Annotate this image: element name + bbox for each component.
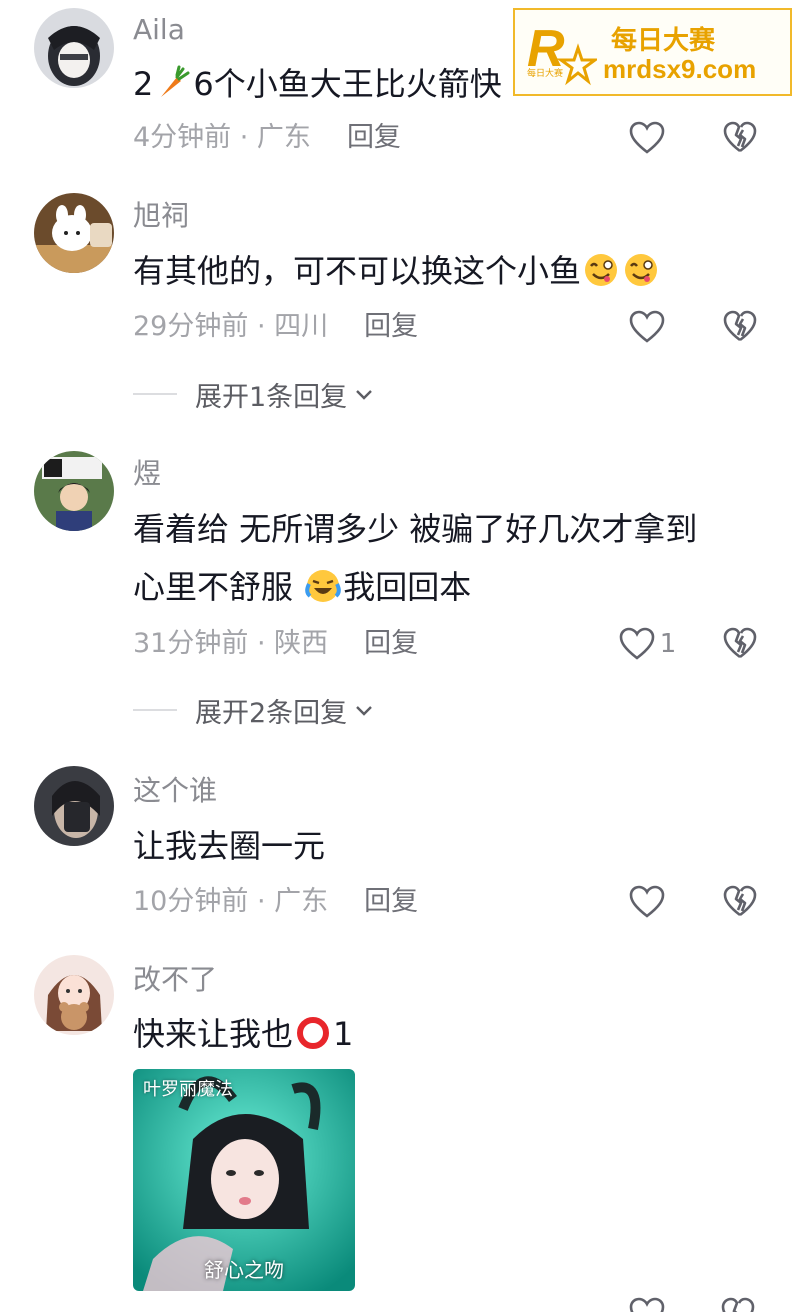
expand-replies-label: 展开2条回复 xyxy=(195,697,348,729)
reply-button[interactable]: 回复 xyxy=(364,311,418,342)
chevron-down-icon xyxy=(356,706,373,716)
expand-replies-button[interactable]: 展开1条回复 xyxy=(133,376,375,413)
broken-heart-icon xyxy=(723,885,757,917)
comment-text-part: 有其他的，可不可以换这个小鱼 xyxy=(133,252,582,290)
reply-button[interactable]: 回复 xyxy=(364,886,418,917)
comment-time-location: 4分钟前 · 广东 xyxy=(133,122,311,153)
broken-heart-icon xyxy=(723,627,757,659)
watermark-small-text: 每日大赛 xyxy=(527,69,564,79)
heart-icon xyxy=(629,121,665,154)
username[interactable]: 煜 xyxy=(133,456,161,492)
watermark-badge: R 每日大赛 每日大赛 mrdsx9.com xyxy=(513,8,792,96)
comment-text: 2 6个小鱼大王比火箭快 xyxy=(133,62,502,106)
yummy-face-emoji-icon xyxy=(585,254,618,286)
comment-meta: 31分钟前 · 陕西 回复 xyxy=(133,626,418,662)
broken-heart-icon xyxy=(723,121,757,153)
dislike-button[interactable] xyxy=(718,305,762,349)
comment-text-part: 心里不舒服 xyxy=(133,568,304,606)
avatar[interactable] xyxy=(34,955,114,1035)
dislike-button[interactable] xyxy=(718,880,762,924)
comment-text: 快来让我也 1 xyxy=(133,1012,353,1056)
comment-meta: 4分钟前 · 广东 回复 xyxy=(133,120,401,156)
like-button[interactable] xyxy=(612,116,682,160)
comment-time-location: 31分钟前 · 陕西 xyxy=(133,628,329,659)
username[interactable]: 旭祠 xyxy=(133,198,189,234)
comment-text: 让我去圈一元 xyxy=(133,827,326,865)
sticker-image[interactable]: 叶罗丽魔法 舒心之吻 xyxy=(133,1069,355,1291)
avatar[interactable] xyxy=(34,766,114,846)
watermark-url: mrdsx9.com xyxy=(603,54,757,84)
like-button[interactable] xyxy=(612,880,682,924)
like-button[interactable] xyxy=(612,305,682,349)
carrot-emoji-icon xyxy=(161,65,190,97)
heart-icon xyxy=(629,310,665,343)
comment-text: 心里不舒服 我回回本 xyxy=(133,565,471,609)
logo-r-star-icon: R xyxy=(527,20,597,86)
heart-icon[interactable] xyxy=(628,1296,666,1312)
username[interactable]: Aila xyxy=(133,12,185,48)
comment-time-location: 29分钟前 · 四川 xyxy=(133,311,329,342)
expand-replies-label: 展开1条回复 xyxy=(195,381,348,413)
dislike-button[interactable] xyxy=(718,622,762,666)
divider-line xyxy=(133,709,177,711)
comment-text: 看着给 无所谓多少 被骗了好几次才拿到 xyxy=(133,510,698,548)
like-count: 1 xyxy=(659,629,677,659)
watermark-title: 每日大赛 xyxy=(611,26,716,56)
avatar[interactable] xyxy=(34,8,114,88)
comment-time-location: 10分钟前 · 广东 xyxy=(133,886,329,917)
avatar[interactable] xyxy=(34,451,114,531)
comment-text: 有其他的，可不可以换这个小鱼 xyxy=(133,249,661,293)
yummy-face-emoji-icon xyxy=(625,254,658,286)
chevron-down-icon xyxy=(356,390,373,400)
cropped-action-row xyxy=(612,1296,772,1312)
reply-button[interactable]: 回复 xyxy=(364,628,418,659)
crying-laughing-emoji-icon xyxy=(305,570,341,602)
comment-text-part: 我回回本 xyxy=(343,568,472,606)
red-circle-emoji-icon xyxy=(297,1017,330,1049)
divider-line xyxy=(133,393,177,395)
username[interactable]: 改不了 xyxy=(133,962,217,998)
like-button[interactable]: 1 xyxy=(612,622,682,666)
comment-meta: 10分钟前 · 广东 回复 xyxy=(133,884,418,920)
comment-text-part: 6个小鱼大王比火箭快 xyxy=(193,65,502,103)
comment-text-part: 1 xyxy=(333,1015,354,1053)
comment-text-part: 2 xyxy=(133,65,154,103)
expand-replies-button[interactable]: 展开2条回复 xyxy=(133,692,375,729)
sticker-caption: 舒心之吻 xyxy=(204,1258,284,1282)
broken-heart-icon xyxy=(723,310,757,342)
heart-icon xyxy=(619,627,655,660)
dislike-button[interactable] xyxy=(718,116,762,160)
reply-button[interactable]: 回复 xyxy=(347,122,401,153)
sticker-label: 叶罗丽魔法 xyxy=(143,1079,233,1100)
broken-heart-icon[interactable] xyxy=(720,1296,756,1312)
comment-meta: 29分钟前 · 四川 回复 xyxy=(133,309,418,345)
heart-icon xyxy=(629,885,665,918)
avatar[interactable] xyxy=(34,193,114,273)
username[interactable]: 这个谁 xyxy=(133,773,217,809)
comment-text-part: 快来让我也 xyxy=(133,1015,294,1053)
